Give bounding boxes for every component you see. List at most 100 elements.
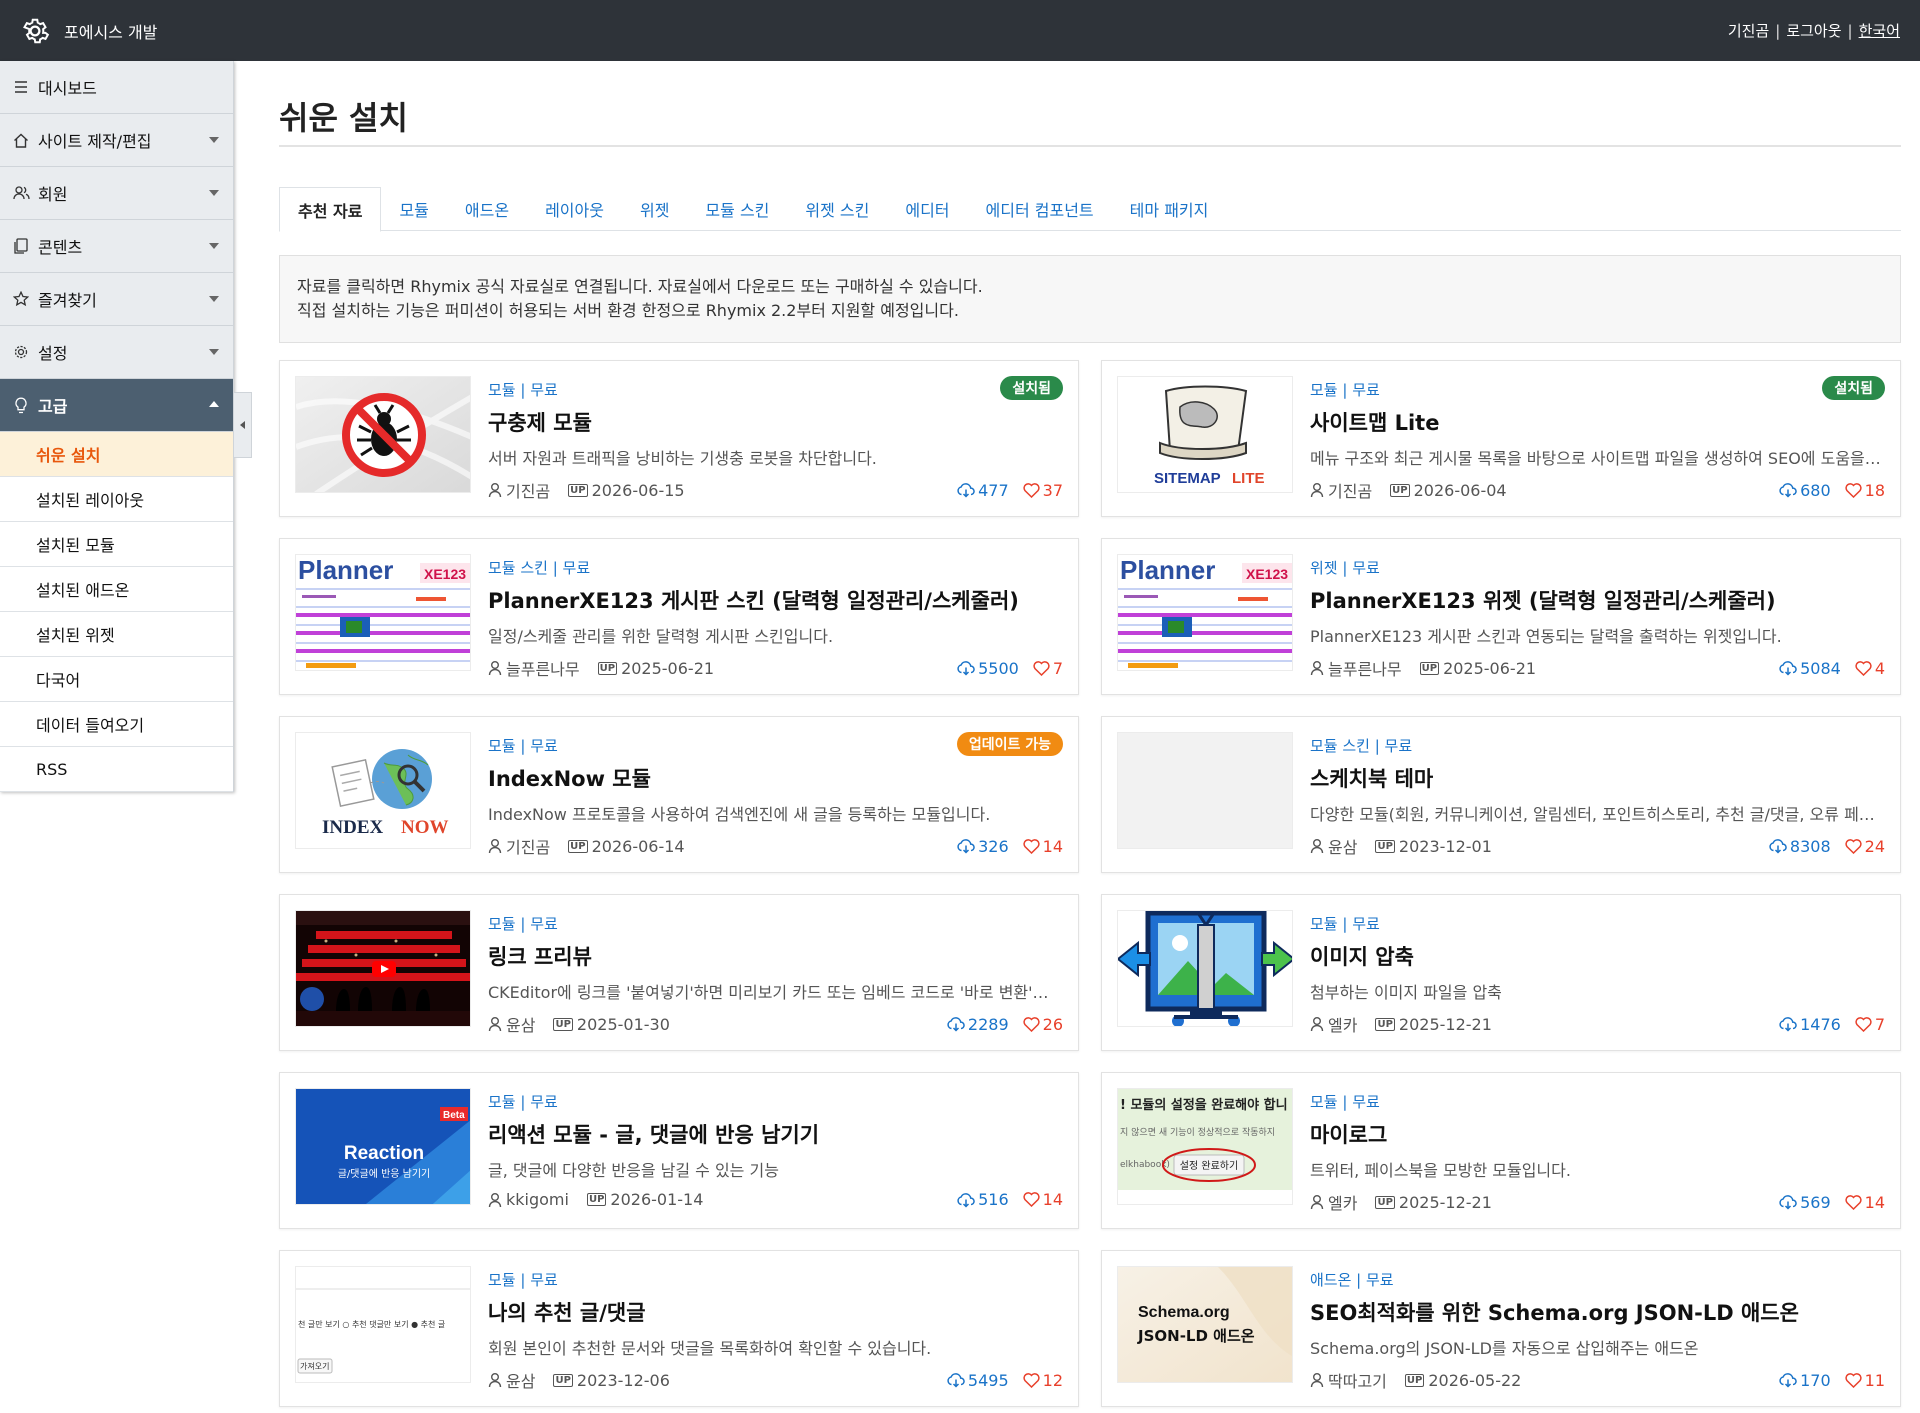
resource-title[interactable]: 스케치북 테마 [1310,763,1885,793]
svg-text:! 모듈의 설정을 완료해야 합니: ! 모듈의 설정을 완료해야 합니 [1120,1097,1288,1113]
submenu-multilingual[interactable]: 다국어 [0,657,233,702]
resource-thumbnail[interactable] [1117,910,1293,1027]
sidebar-item-label: 사이트 제작/편집 [38,132,152,151]
resource-thumbnail[interactable]: Beta Reaction 글/댓글에 반응 남기기 [295,1088,471,1205]
resource-category[interactable]: 모듈 | 무료 [1310,379,1885,400]
resource-category[interactable]: 모듈 | 무료 [488,1091,1063,1112]
tab-addons[interactable]: 애드온 [447,187,527,230]
resource-card[interactable]: ! 모듈의 설정을 완료해야 합니 지 않으면 새 기능이 정상적으로 작동하지 e… [1101,1072,1901,1229]
chevron-left-icon [240,421,245,429]
resource-card[interactable]: Planner XE123 위젯 | 무료 PlannerXE123 위젯 (달력… [1101,538,1901,695]
resource-title[interactable]: PlannerXE123 게시판 스킨 (달력형 일정관리/스케줄러) [488,585,1063,615]
divider: | [1775,21,1781,40]
submenu-installed-widgets[interactable]: 설치된 위젯 [0,612,233,657]
resource-thumbnail[interactable]: SITEMAP LITE [1117,376,1293,493]
resource-description: 메뉴 구조와 최근 게시물 목록을 바탕으로 사이트맵 파일을 생성하여 SEO… [1310,449,1885,468]
tab-recommended[interactable]: 추천 자료 [279,187,382,232]
submenu-data-import[interactable]: 데이터 들여오기 [0,702,233,747]
tab-widget-skins[interactable]: 위젯 스킨 [787,187,887,230]
tab-module-skins[interactable]: 모듈 스킨 [687,187,787,230]
resource-thumbnail[interactable]: Planner XE123 [295,554,471,671]
download-count: 680 [1779,481,1831,500]
resource-title[interactable]: 이미지 압축 [1310,941,1885,971]
submenu-installed-modules[interactable]: 설치된 모듈 [0,522,233,567]
resource-category[interactable]: 모듈 스킨 | 무료 [488,557,1063,578]
resource-category[interactable]: 모듈 | 무료 [488,379,1063,400]
resource-card[interactable]: 설치됨 모듈 | 무료 구충제 모듈 서버 자원과 트래픽을 낭비하는 기생충 … [279,360,1079,517]
updated-icon: UP [568,839,588,853]
resource-title[interactable]: SEO최적화를 위한 Schema.org JSON-LD 애드온 [1310,1297,1885,1327]
resource-title[interactable]: 구충제 모듈 [488,407,1063,437]
like-count: 12 [1023,1371,1063,1390]
svg-text:SITEMAP: SITEMAP [1154,470,1221,487]
resource-info: 모듈 | 무료 리액션 모듈 - 글, 댓글에 반응 남기기 글, 댓글에 다양… [488,1088,1063,1213]
sidebar-item-members[interactable]: 회원 [0,167,233,220]
resource-thumbnail[interactable]: Schema.org JSON-LD 애드온 [1117,1266,1293,1383]
sidebar-collapse-button[interactable] [234,392,252,458]
tab-theme-packages[interactable]: 테마 패키지 [1112,187,1227,230]
logout-link[interactable]: 로그아웃 [1786,20,1841,41]
resource-category[interactable]: 위젯 | 무료 [1310,557,1885,578]
resource-title[interactable]: PlannerXE123 위젯 (달력형 일정관리/스케줄러) [1310,585,1885,615]
top-links: 기진곰 | 로그아웃 | 한국어 [1728,20,1900,41]
resource-title[interactable]: 나의 추천 글/댓글 [488,1297,1063,1327]
tab-modules[interactable]: 모듈 [381,187,446,230]
resource-card[interactable]: INDEX NOW 업데이트 가능 모듈 | 무료 IndexNow 모듈 Ind… [279,716,1079,873]
resource-category[interactable]: 모듈 | 무료 [1310,1091,1885,1112]
site-title: 포에시스 개발 [64,22,158,42]
brand[interactable]: 포에시스 개발 [20,16,157,46]
resource-thumbnail[interactable] [295,910,471,1027]
resource-category[interactable]: 모듈 | 무료 [488,913,1063,934]
resource-card[interactable]: 천 글만 보기 ○ 추천 댓글만 보기 ● 추천 글 가져오기 모듈 | 무료 나… [279,1250,1079,1407]
resource-title[interactable]: 사이트맵 Lite [1310,407,1885,437]
resource-category[interactable]: 모듈 | 무료 [488,1269,1063,1290]
svg-text:Planner: Planner [1120,555,1215,585]
resource-card[interactable]: SITEMAP LITE 설치됨 모듈 | 무료 사이트맵 Lite 메뉴 구조와… [1101,360,1901,517]
resource-info: 설치됨 모듈 | 무료 사이트맵 Lite 메뉴 구조와 최근 게시물 목록을 … [1310,376,1885,501]
resource-card[interactable]: 모듈 스킨 | 무료 스케치북 테마 다양한 모듈(회원, 커뮤니케이션, 알림… [1101,716,1901,873]
tab-editors[interactable]: 에디터 [887,187,967,230]
resource-card[interactable]: 모듈 | 무료 이미지 압축 첨부하는 이미지 파일을 압축 엘카 UP 2025… [1101,894,1901,1051]
resource-category[interactable]: 모듈 | 무료 [1310,913,1885,934]
author-name: kkigomi [506,1190,569,1209]
resource-category[interactable]: 모듈 스킨 | 무료 [1310,735,1885,756]
resource-title[interactable]: 링크 프리뷰 [488,941,1063,971]
sidebar-item-site-design[interactable]: 사이트 제작/편집 [0,114,233,167]
sidebar-item-favorites[interactable]: 즐겨찾기 [0,273,233,326]
tab-editor-components[interactable]: 에디터 컴포넌트 [968,187,1112,230]
resource-thumbnail[interactable]: ! 모듈의 설정을 완료해야 합니 지 않으면 새 기능이 정상적으로 작동하지 e… [1117,1088,1293,1205]
tab-layouts[interactable]: 레이아웃 [527,187,622,230]
tab-widgets[interactable]: 위젯 [622,187,687,230]
cloud-download-icon [957,1192,975,1208]
resource-card[interactable]: Schema.org JSON-LD 애드온 애드온 | 무료 SEO최적화를 위… [1101,1250,1901,1407]
like-value: 14 [1864,1192,1885,1212]
resource-card[interactable]: Beta Reaction 글/댓글에 반응 남기기 모듈 | 무료 리액션 모듈 … [279,1072,1079,1229]
divider: | [1847,21,1853,40]
resource-title[interactable]: IndexNow 모듈 [488,763,1063,793]
submenu-installed-layouts[interactable]: 설치된 레이아웃 [0,477,233,522]
resource-title[interactable]: 리액션 모듈 - 글, 댓글에 반응 남기기 [488,1119,1063,1149]
sidebar-item-settings[interactable]: 설정 [0,326,233,379]
sidebar-item-dashboard[interactable]: 대시보드 [0,61,233,114]
resource-thumbnail[interactable]: INDEX NOW [295,732,471,849]
resource-card[interactable]: 모듈 | 무료 링크 프리뷰 CKEditor에 링크를 '붙여넣기'하면 미리… [279,894,1079,1051]
submenu-installed-addons[interactable]: 설치된 애드온 [0,567,233,612]
home-icon [12,131,30,149]
submenu-rss[interactable]: RSS [0,747,233,792]
svg-text:가져오기: 가져오기 [300,1362,329,1371]
sidebar-item-advanced[interactable]: 고급 [0,379,233,432]
resource-thumbnail[interactable]: 천 글만 보기 ○ 추천 댓글만 보기 ● 추천 글 가져오기 [295,1266,471,1383]
cloud-download-icon [947,1017,965,1032]
submenu-easy-install[interactable]: 쉬운 설치 [0,432,233,477]
sidebar-item-contents[interactable]: 콘텐츠 [0,220,233,273]
resource-title[interactable]: 마이로그 [1310,1119,1885,1149]
resource-thumbnail[interactable]: Planner XE123 [1117,554,1293,671]
resource-category[interactable]: 애드온 | 무료 [1310,1269,1885,1290]
resource-card[interactable]: Planner XE123 모듈 스킨 | 무료 PlannerXE123 게시판… [279,538,1079,695]
language-link[interactable]: 한국어 [1859,20,1900,41]
svg-text:INDEX: INDEX [322,817,384,838]
resource-description: PlannerXE123 게시판 스킨과 연동되는 달력을 출력하는 위젯입니다… [1310,627,1782,646]
resource-thumbnail[interactable] [1117,732,1293,849]
resource-thumbnail[interactable] [295,376,471,493]
user-link[interactable]: 기진곰 [1728,20,1769,41]
